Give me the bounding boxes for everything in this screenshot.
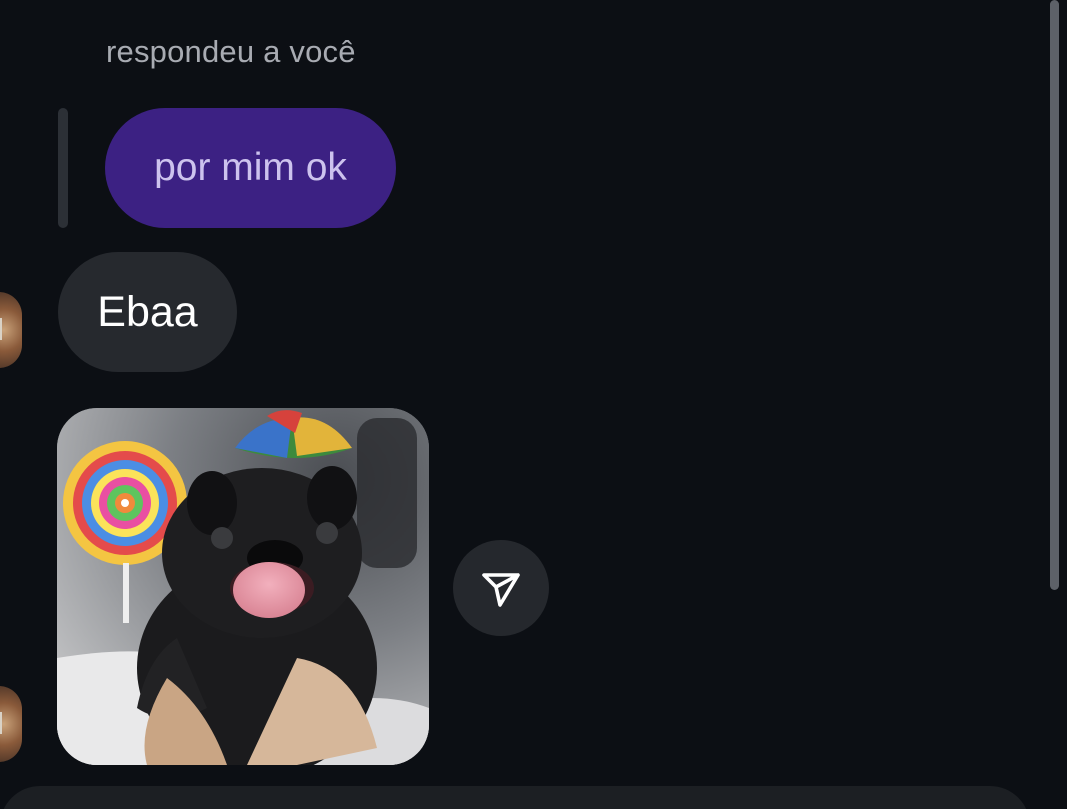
avatar[interactable]: [0, 686, 22, 762]
reply-caption: respondeu a você: [106, 34, 356, 69]
pug-sticker-art: [57, 408, 429, 765]
message-composer[interactable]: [0, 786, 1030, 809]
send-paper-plane-icon: [482, 573, 520, 607]
share-button[interactable]: [453, 540, 549, 636]
scrollbar-thumb[interactable]: [1050, 0, 1059, 590]
chat-thread: respondeu a você por mim ok Ebaa: [0, 0, 1067, 809]
quoted-message-bubble[interactable]: por mim ok: [105, 108, 396, 228]
message-bubble[interactable]: Ebaa: [58, 252, 237, 372]
avatar-image-detail: [0, 318, 2, 340]
reply-quote-bar: [58, 108, 68, 228]
sticker-image[interactable]: [57, 408, 429, 765]
avatar[interactable]: [0, 292, 22, 368]
avatar-image-detail: [0, 712, 2, 734]
